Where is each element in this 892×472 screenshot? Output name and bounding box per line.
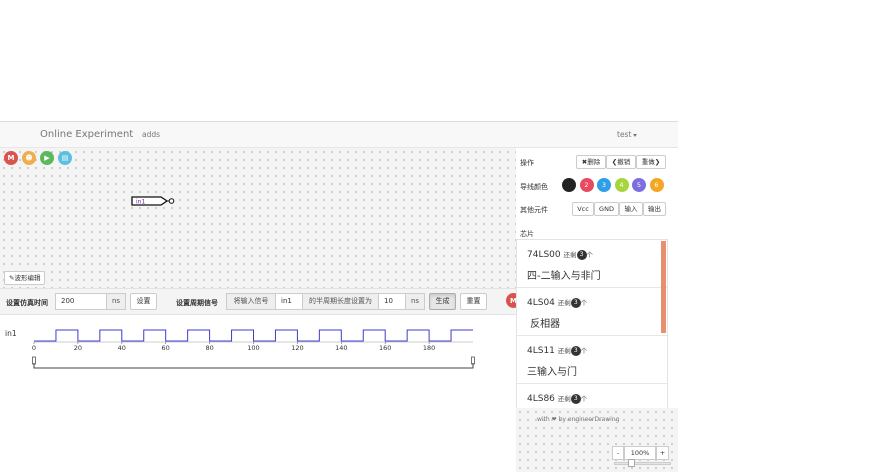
tick-label: 60 <box>162 344 170 352</box>
wire-color-label: 导线颜色 <box>520 183 548 191</box>
range-brush[interactable] <box>33 363 474 369</box>
delete-label: 删除 <box>587 158 601 166</box>
footer-credit: with ❤ by engineerDrawing <box>537 416 620 423</box>
tick-label: 0 <box>32 344 36 352</box>
input-pin[interactable]: in1 <box>131 196 177 206</box>
chip-description: 三输入与门 <box>527 367 577 378</box>
tick-label: 140 <box>335 344 347 352</box>
chip-name: 74LS00 还剩 3 个 <box>527 250 593 260</box>
user-name: test <box>617 130 632 139</box>
top-navbar: Online Experiment adds test <box>0 121 678 148</box>
chip-count-badge: 3 <box>570 298 581 308</box>
tick-label: 80 <box>205 344 213 352</box>
half-period-unit: ns <box>405 293 425 310</box>
wire-color-4[interactable]: 4 <box>614 178 629 192</box>
chip-item[interactable]: 4LS86 还剩 3 个 <box>517 384 667 408</box>
user-menu[interactable]: test <box>617 130 638 139</box>
vcc-button[interactable]: Vcc <box>572 202 594 216</box>
generate-button[interactable]: 生成 <box>429 293 456 310</box>
tick-label: 160 <box>379 344 391 352</box>
waveform-timeline: in1 0 20 40 60 80 100 120 140 160 180 <box>5 329 475 369</box>
chip-item[interactable]: 74LS00 还剩 3 个四-二输入与非门 <box>517 240 667 288</box>
signal-input[interactable]: in1 <box>275 293 303 310</box>
tick-label: 120 <box>291 344 303 352</box>
waveform-edit-button[interactable]: ✎波形编辑 <box>4 271 46 285</box>
chip-remaining: 还剩 3 个 <box>557 346 588 356</box>
zoom-slider-track[interactable] <box>614 462 671 465</box>
wire-color-5[interactable]: 5 <box>632 178 646 192</box>
user-icon[interactable]: ☻ <box>22 151 36 165</box>
chip-remaining: 还剩 3 个 <box>563 250 593 260</box>
tick-label: 180 <box>423 344 435 352</box>
redo-button[interactable]: 重做❯ <box>636 155 666 169</box>
signal-prefix: 将输入信号 <box>226 293 276 310</box>
circuit-canvas[interactable] <box>0 148 516 288</box>
gnd-button[interactable]: GND <box>594 202 619 216</box>
chip-name: 4LS86 还剩 3 个 <box>527 394 588 404</box>
chip-count-badge: 3 <box>570 394 581 404</box>
wire-color-1[interactable] <box>562 178 576 192</box>
play-icon[interactable]: ▶ <box>40 151 54 165</box>
list-icon[interactable]: ▤ <box>58 151 72 165</box>
sim-time-unit: ns <box>106 293 126 310</box>
wire-color-2[interactable]: 2 <box>579 178 594 192</box>
range-handle-right[interactable] <box>471 356 475 365</box>
chip-item[interactable]: 4LS04 还剩 3 个 反相器 <box>517 288 667 336</box>
chip-remaining: 还剩 3 个 <box>557 394 588 404</box>
set-button[interactable]: 设置 <box>130 293 157 310</box>
chips-label: 芯片 <box>520 230 534 238</box>
tick-label: 20 <box>74 344 82 352</box>
wire-color-6[interactable]: 6 <box>649 178 664 192</box>
chips-list[interactable]: 74LS00 还剩 3 个四-二输入与非门 4LS04 还剩 3 个 反相器 4LS11 还… <box>516 239 668 409</box>
tick-label: 100 <box>247 344 259 352</box>
chip-name: 4LS04 还剩 3 个 <box>527 298 588 308</box>
sim-time-input[interactable]: 200 <box>55 293 107 310</box>
undo-label: 撤销 <box>617 158 631 166</box>
redo-label: 重做 <box>641 158 655 166</box>
tick-label: 40 <box>118 344 126 352</box>
chip-remaining: 还剩 3 个 <box>557 298 588 308</box>
simulation-toolbar: 设置仿真时间 200 ns 设置 设置周期信号 将输入信号 in1 的半周期长度… <box>0 288 531 315</box>
sim-time-label: 设置仿真时间 <box>6 299 48 307</box>
nav-link-adds[interactable]: adds <box>142 130 160 139</box>
wire-color-3[interactable]: 3 <box>597 178 611 192</box>
chevron-right-icon: ❯ <box>654 158 661 166</box>
period-signal-label: 设置周期信号 <box>176 299 218 307</box>
other-components-label: 其他元件 <box>520 206 548 214</box>
zoom-slider-handle[interactable] <box>628 459 635 467</box>
brand-title[interactable]: Online Experiment <box>40 129 133 140</box>
chip-item[interactable]: 4LS11 还剩 3 个三输入与门 <box>517 336 667 384</box>
zoom-out-button[interactable]: - <box>612 446 624 460</box>
waveform-edit-label: 波形编辑 <box>14 274 41 282</box>
output-button[interactable]: 输出 <box>643 202 666 216</box>
caret-down-icon <box>633 133 638 137</box>
operations-label: 操作 <box>520 159 534 167</box>
chip-description: 四-二输入与非门 <box>527 271 601 282</box>
chips-scrollbar[interactable] <box>661 241 666 333</box>
chip-description: 反相器 <box>527 319 561 330</box>
half-period-text: 的半周期长度设置为 <box>302 293 379 310</box>
half-period-input[interactable]: 10 <box>378 293 406 310</box>
range-handle-left[interactable] <box>32 356 36 365</box>
waveform-signal-label: in1 <box>5 329 17 338</box>
input-button[interactable]: 输入 <box>619 202 643 216</box>
chip-count-badge: 3 <box>576 250 587 260</box>
input-pin-label: in1 <box>136 198 145 205</box>
chip-count-badge: 3 <box>570 346 581 356</box>
zoom-in-button[interactable]: + <box>656 446 669 460</box>
reset-button[interactable]: 重置 <box>460 293 487 310</box>
delete-button[interactable]: ✖删除 <box>576 155 606 169</box>
square-wave <box>34 329 473 342</box>
zoom-level: 100% <box>624 446 656 460</box>
chip-name: 4LS11 还剩 3 个 <box>527 346 588 356</box>
reset-icon[interactable]: M <box>4 151 18 165</box>
undo-button[interactable]: ❮撤销 <box>606 155 636 169</box>
